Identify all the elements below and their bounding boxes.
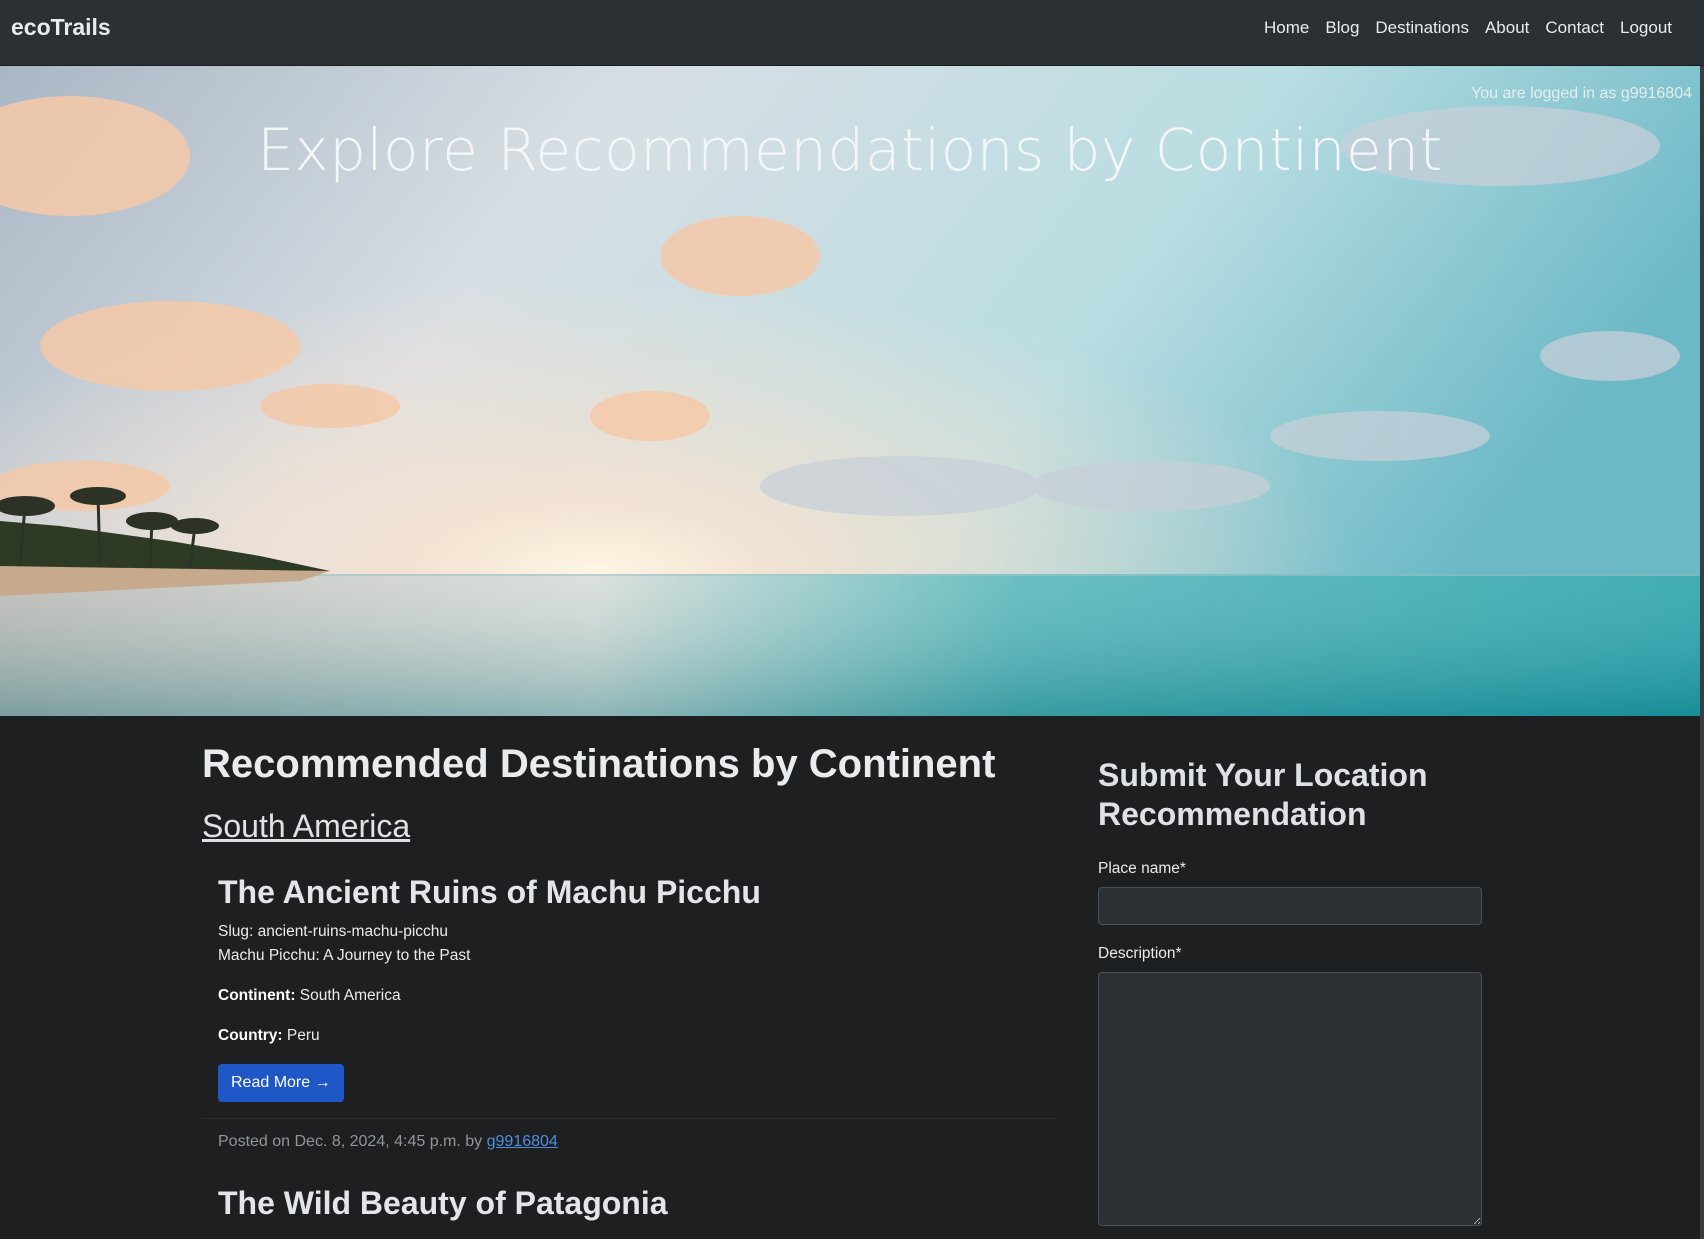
- nav-contact[interactable]: Contact: [1537, 18, 1612, 38]
- post-slug: Slug: ancient-ruins-machu-picchu: [218, 923, 449, 940]
- description-label: Description*: [1098, 945, 1182, 962]
- read-more-button[interactable]: Read More →: [218, 1064, 344, 1102]
- post-title: The Ancient Ruins of Machu Picchu: [218, 874, 761, 910]
- brand-logo[interactable]: ecoTrails: [11, 14, 111, 41]
- post-country: Country: Peru: [218, 1024, 1057, 1048]
- page-title: Recommended Destinations by Continent: [202, 742, 996, 786]
- hero-title: Explore Recommendations by Continent: [257, 116, 1443, 184]
- post-meta: Posted on Dec. 8, 2024, 4:45 p.m. by g99…: [218, 1131, 1057, 1153]
- logged-in-status: You are logged in as g9916804: [1471, 85, 1692, 102]
- continent-value: South America: [299, 987, 401, 1004]
- recommendation-form: Submit Your Location Recommendation Plac…: [1098, 756, 1482, 1231]
- nav-links: Home Blog Destinations About Contact Log…: [1256, 18, 1680, 38]
- destination-post: The Wild Beauty of Patagonia: [218, 1183, 1057, 1223]
- post-continent: Continent: South America: [218, 984, 1057, 1008]
- nav-blog[interactable]: Blog: [1317, 18, 1367, 38]
- post-title: The Wild Beauty of Patagonia: [218, 1185, 668, 1221]
- post-subtitle: Machu Picchu: A Journey to the Past: [218, 947, 471, 964]
- post-divider: [202, 1118, 1057, 1119]
- nav-home[interactable]: Home: [1256, 18, 1317, 38]
- nav-destinations[interactable]: Destinations: [1367, 18, 1477, 38]
- place-name-label: Place name*: [1098, 860, 1186, 877]
- posted-text: Posted on Dec. 8, 2024, 4:45 p.m. by: [218, 1133, 483, 1150]
- description-textarea[interactable]: [1098, 972, 1482, 1226]
- navbar: ecoTrails Home Blog Destinations About C…: [0, 0, 1704, 66]
- destination-post: The Ancient Ruins of Machu Picchu Slug: …: [202, 872, 1057, 1153]
- country-label: Country:: [218, 1027, 283, 1044]
- main-content: Recommended Destinations by Continent So…: [202, 740, 1057, 1223]
- continent-label: Continent:: [218, 987, 296, 1004]
- nav-logout[interactable]: Logout: [1612, 18, 1680, 38]
- continent-link-south-america[interactable]: South America: [202, 806, 410, 846]
- page-scrollbar[interactable]: [1700, 66, 1704, 1239]
- place-name-input[interactable]: [1098, 887, 1482, 925]
- country-value: Peru: [286, 1027, 320, 1044]
- nav-about[interactable]: About: [1477, 18, 1537, 38]
- author-link[interactable]: g9916804: [487, 1133, 558, 1150]
- form-heading: Submit Your Location Recommendation: [1098, 757, 1428, 832]
- hero-banner: You are logged in as g9916804 Explore Re…: [0, 66, 1700, 716]
